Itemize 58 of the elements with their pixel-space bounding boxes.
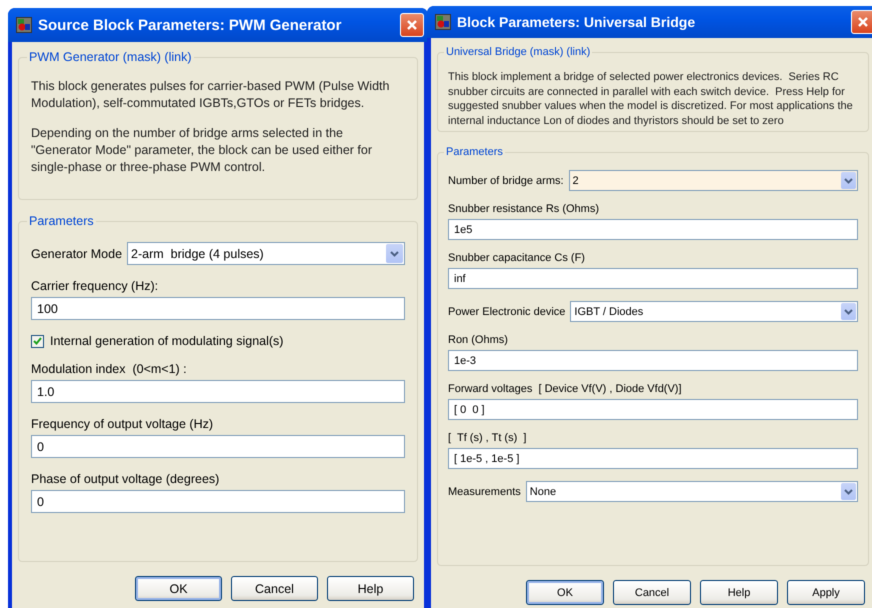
close-button[interactable] [851, 10, 872, 34]
field-label: Modulation index (0<m<1) : [31, 362, 188, 376]
dialog-button[interactable]: Apply [787, 580, 865, 605]
input-field[interactable]: 1e-3 [448, 350, 858, 371]
input-field[interactable]: 100 [31, 297, 405, 320]
field-label: Number of bridge arms: [448, 174, 564, 186]
close-button[interactable] [400, 13, 424, 37]
close-icon [406, 19, 418, 31]
dialog-button[interactable]: Help [700, 580, 778, 605]
field-label: Carrier frequency (Hz): [31, 279, 160, 293]
chevron-down-icon [844, 308, 853, 314]
input-field[interactable]: 0 [31, 435, 405, 458]
group-heading: Parameters [28, 214, 95, 228]
dialog-button[interactable]: Cancel [613, 580, 691, 605]
description-text: This block implement a bridge of selected power electronics devices. Series RC snubber circuits are connected in parallel with each switch device. Press Help for suggested snubber values when the model is discretized. For most applications the internal inductance Lon of diodes and thyristors should be set to zero [448, 70, 854, 128]
dropdown-button[interactable] [386, 244, 403, 263]
field-label: Frequency of output voltage (Hz) [31, 417, 214, 431]
input-field[interactable]: inf [448, 268, 858, 289]
field-label: Measurements [448, 486, 521, 498]
checkbox[interactable] [31, 334, 44, 348]
group-heading: PWM Generator (mask) (link) [28, 50, 193, 64]
dropdown-field[interactable]: 2 [568, 170, 858, 191]
dropdown-field[interactable]: IGBT / Diodes [570, 301, 858, 322]
dropdown-button[interactable] [841, 172, 856, 189]
dialog-button[interactable]: OK [526, 580, 604, 605]
field-label: Snubber capacitance Cs (F) [448, 252, 586, 264]
app-icon [435, 14, 451, 30]
field-label: Snubber resistance Rs (Ohms) [448, 203, 600, 215]
dropdown-button[interactable] [841, 483, 856, 500]
field-label: Generator Mode [31, 246, 122, 260]
input-field[interactable]: 0 [31, 490, 405, 513]
field-label: Phase of output voltage (degrees) [31, 472, 220, 486]
dialog-button[interactable]: OK [135, 576, 222, 601]
chevron-down-icon [390, 250, 399, 256]
input-field[interactable]: [ 1e-5 , 1e-5 ] [448, 448, 858, 469]
description-text: Depending on the number of bridge arms selected in the "Generator Mode" parameter, the block can be used either for single-phase or three-phase PWM control. [31, 125, 374, 176]
close-icon [857, 16, 869, 28]
checkbox-label[interactable]: Internal generation of modulating signal(s) [50, 334, 284, 348]
field-label: Forward voltages [ Device Vf(V) , Diode Vfd(V)] [448, 383, 683, 395]
group-heading: Universal Bridge (mask) (link) [445, 46, 592, 58]
window-title: Block Parameters: Universal Bridge [457, 14, 696, 30]
dialog-button[interactable]: Help [327, 576, 414, 601]
field-label: Ron (Ohms) [448, 334, 509, 346]
field-label: [ Tf (s) , Tt (s) ] [448, 432, 528, 444]
dropdown-field[interactable]: None [526, 481, 858, 502]
app-icon [16, 17, 32, 33]
chevron-down-icon [844, 488, 853, 494]
dropdown-button[interactable] [841, 303, 856, 320]
group-heading: Parameters [445, 146, 504, 158]
input-field[interactable]: 1e5 [448, 219, 858, 240]
chevron-down-icon [844, 178, 853, 184]
description-text: This block generates pulses for carrier-based PWM (Pulse Width Modulation), self-commutated IGBTs,GTOs or FETs bridges. [31, 78, 390, 112]
window-title: Source Block Parameters: PWM Generator [38, 16, 342, 34]
input-field[interactable]: [ 0 0 ] [448, 399, 858, 420]
dialog-button[interactable]: Cancel [231, 576, 318, 601]
input-field[interactable]: 1.0 [31, 380, 405, 403]
field-label: Power Electronic device [448, 306, 566, 318]
dropdown-field[interactable]: 2-arm bridge (4 pulses) [127, 242, 405, 265]
